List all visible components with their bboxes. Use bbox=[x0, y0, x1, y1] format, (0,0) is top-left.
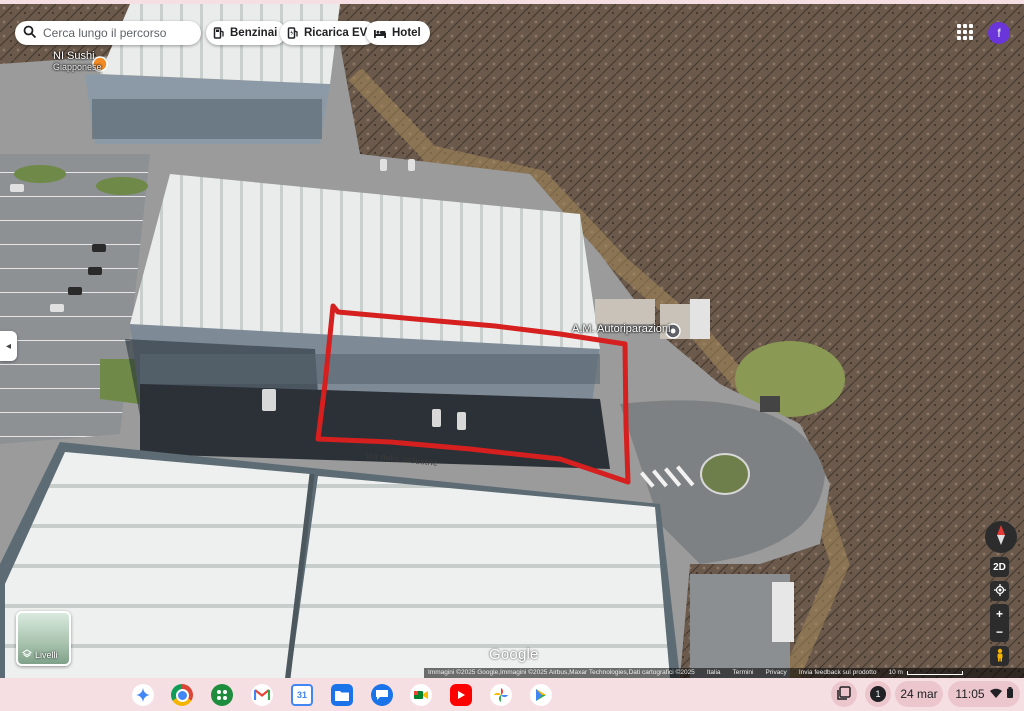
poi-ni-sushi[interactable]: NI Sushi Giapponese bbox=[53, 50, 102, 72]
poi-am-autoriparazioni[interactable]: A.M. Autoriparazioni bbox=[572, 323, 670, 335]
ev-charger-icon bbox=[287, 27, 299, 39]
google-logo: Google bbox=[489, 646, 539, 663]
feedback-link[interactable]: Invia feedback sul prodotto bbox=[799, 668, 877, 678]
scale-line bbox=[906, 671, 963, 675]
notification-count: 1 bbox=[870, 686, 886, 702]
layers-label: Livelli bbox=[35, 650, 58, 660]
status-tray[interactable]: 11:05 bbox=[948, 681, 1020, 707]
layers-icon bbox=[22, 649, 32, 661]
calendar-icon[interactable]: 31 bbox=[291, 684, 313, 706]
my-location-icon bbox=[993, 583, 1006, 599]
date-label: 24 mar bbox=[900, 687, 938, 701]
attribution-bar: Immagini ©2025 Google,Immagini ©2025 Air… bbox=[424, 668, 1024, 678]
compass-button[interactable] bbox=[985, 521, 1017, 553]
chip-hotel-label: Hotel bbox=[392, 27, 421, 39]
pegman-icon bbox=[995, 648, 1005, 665]
youtube-icon[interactable] bbox=[450, 684, 472, 706]
zoom-out-button[interactable]: − bbox=[996, 623, 1003, 641]
date-button[interactable]: 24 mar bbox=[895, 681, 943, 707]
terms-link[interactable]: Termini bbox=[733, 668, 754, 678]
search-box[interactable]: Cerca lungo il percorso bbox=[15, 21, 201, 45]
privacy-link[interactable]: Privacy bbox=[766, 668, 787, 678]
layers-button[interactable]: Livelli bbox=[16, 611, 71, 666]
scale-bar[interactable]: 10 m bbox=[889, 668, 963, 678]
battery-icon bbox=[1006, 687, 1013, 701]
chip-benzinai-label: Benzinai bbox=[230, 27, 278, 39]
launcher-apps-icon[interactable] bbox=[211, 684, 233, 706]
notification-badge[interactable]: 1 bbox=[865, 681, 891, 707]
photos-icon[interactable] bbox=[490, 684, 512, 706]
search-icon bbox=[23, 25, 37, 42]
poi-am-autoriparazioni-name: A.M. Autoriparazioni bbox=[572, 323, 671, 335]
satellite-map[interactable]: Cerca lungo il percorso Benzinai Ricaric… bbox=[0, 4, 1024, 678]
google-apps-icon[interactable] bbox=[957, 24, 973, 40]
gmail-icon[interactable] bbox=[251, 684, 273, 706]
gemini-icon[interactable] bbox=[132, 684, 154, 706]
poi-ni-sushi-category: Giapponese bbox=[53, 62, 102, 72]
zoom-controls: + − bbox=[990, 604, 1009, 642]
chip-benzinai[interactable]: Benzinai bbox=[206, 21, 287, 45]
satellite-imagery bbox=[0, 4, 1024, 678]
my-location-button[interactable] bbox=[990, 581, 1009, 601]
chrome-icon[interactable] bbox=[171, 684, 193, 706]
collapse-panel-button[interactable]: ◂ bbox=[0, 331, 17, 361]
messages-icon[interactable] bbox=[371, 684, 393, 706]
view-mode-toggle[interactable]: 2D bbox=[990, 557, 1009, 577]
chevron-left-icon: ◂ bbox=[5, 340, 12, 352]
pegman-button[interactable] bbox=[990, 646, 1009, 666]
zoom-in-button[interactable]: + bbox=[996, 605, 1003, 623]
files-icon[interactable] bbox=[331, 684, 353, 706]
gas-station-icon bbox=[213, 27, 225, 39]
wifi-icon bbox=[989, 687, 1002, 701]
poi-ni-sushi-name: NI Sushi bbox=[53, 50, 95, 62]
imagery-credit: Immagini ©2025 Google,Immagini ©2025 Air… bbox=[428, 669, 695, 676]
screen-capture-icon bbox=[837, 685, 851, 703]
play-store-icon[interactable] bbox=[530, 684, 552, 706]
chip-ricarica-ev[interactable]: Ricarica EV bbox=[280, 21, 377, 45]
search-input[interactable]: Cerca lungo il percorso bbox=[43, 26, 166, 40]
meet-icon[interactable] bbox=[410, 684, 432, 706]
country-link[interactable]: Italia bbox=[707, 668, 721, 678]
chip-ricarica-ev-label: Ricarica EV bbox=[304, 27, 368, 39]
compass-icon bbox=[993, 524, 1009, 551]
bed-icon bbox=[373, 27, 387, 39]
account-avatar[interactable]: f bbox=[988, 22, 1010, 44]
scale-label: 10 m bbox=[888, 669, 903, 676]
chip-hotel[interactable]: Hotel bbox=[366, 21, 430, 45]
clock-label: 11:05 bbox=[955, 687, 985, 701]
screen-capture-button[interactable] bbox=[831, 681, 857, 707]
